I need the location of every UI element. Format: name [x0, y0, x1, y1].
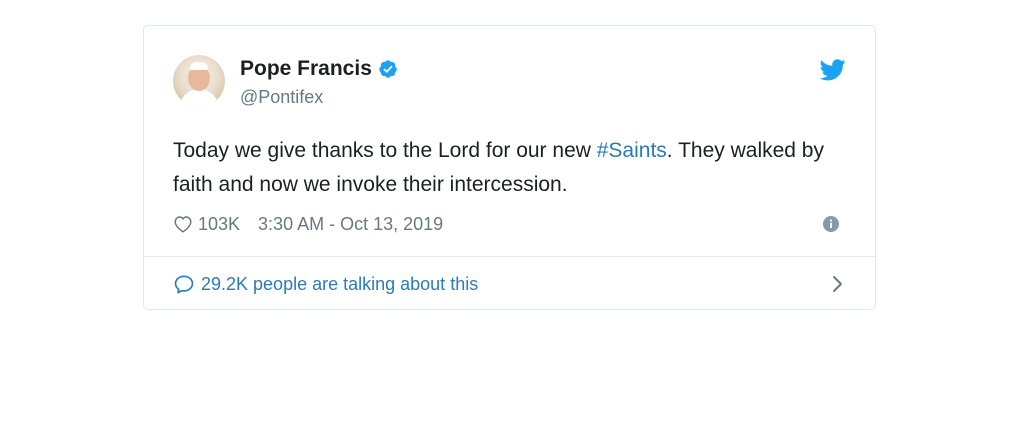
- author-handle[interactable]: @Pontifex: [240, 86, 323, 108]
- conversation-label[interactable]: 29.2K people are talking about this: [201, 274, 478, 295]
- author-name[interactable]: Pope Francis: [240, 57, 372, 81]
- tweet-header: Pope Francis @Pontifex: [173, 55, 846, 111]
- avatar[interactable]: [173, 55, 225, 107]
- verified-badge-icon: [379, 60, 397, 78]
- timestamp-link[interactable]: 3:30 AM - Oct 13, 2019: [258, 214, 443, 235]
- heart-icon[interactable]: [173, 215, 193, 233]
- twitter-bird-icon[interactable]: [820, 59, 846, 81]
- tweet-text-start: Today we give thanks to the Lord for our…: [173, 139, 597, 162]
- tweet-meta: 103K 3:30 AM - Oct 13, 2019: [173, 212, 846, 236]
- hashtag-link[interactable]: #Saints: [597, 139, 667, 162]
- tweet-card: Pope Francis @Pontifex Today we give tha…: [143, 25, 876, 310]
- author-name-row: Pope Francis: [240, 57, 398, 81]
- chevron-right-icon[interactable]: [831, 275, 843, 293]
- like-count[interactable]: 103K: [198, 214, 240, 235]
- tweet-text: Today we give thanks to the Lord for our…: [173, 134, 833, 202]
- comment-bubble-icon: [174, 275, 194, 294]
- conversation-link[interactable]: 29.2K people are talking about this: [173, 270, 846, 298]
- info-icon[interactable]: [823, 216, 839, 232]
- divider: [144, 256, 875, 257]
